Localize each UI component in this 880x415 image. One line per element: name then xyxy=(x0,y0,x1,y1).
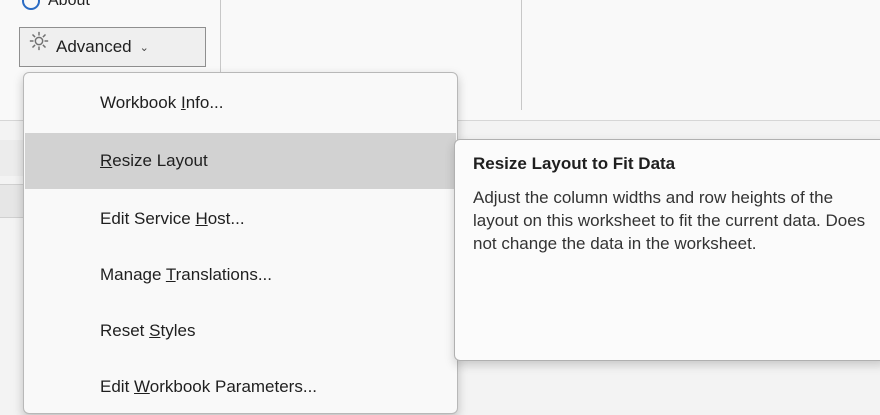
menu-item-resize-layout[interactable]: Resize Layout xyxy=(25,133,456,189)
menu-item-edit-service-host[interactable]: Edit Service Host... xyxy=(25,191,456,247)
menu-item-label: Edit Workbook Parameters... xyxy=(100,377,318,396)
advanced-button-label: Advanced xyxy=(56,37,132,56)
info-circle-icon xyxy=(22,0,40,10)
advanced-dropdown-menu: Workbook Info... Resize Layout Edit Serv… xyxy=(23,72,458,414)
menu-item-workbook-info[interactable]: Workbook Info... xyxy=(25,75,456,131)
left-panel-strip xyxy=(0,140,24,176)
gear-icon xyxy=(28,30,50,52)
tooltip-title: Resize Layout to Fit Data xyxy=(473,154,676,173)
menu-item-label: Edit Service Host... xyxy=(100,209,245,228)
menu-item-label: Workbook Info... xyxy=(100,93,224,112)
left-panel-strip xyxy=(0,184,24,218)
menu-item-edit-workbook-parameters[interactable]: Edit Workbook Parameters... xyxy=(25,359,456,415)
menu-item-manage-translations[interactable]: Manage Translations... xyxy=(25,247,456,303)
menu-item-label: Reset Styles xyxy=(100,321,196,340)
advanced-button[interactable]: Advanced ⌄ xyxy=(19,27,206,67)
about-button[interactable]: About xyxy=(22,0,90,14)
tooltip-body: Adjust the column widths and row heights… xyxy=(473,188,866,253)
chevron-down-icon: ⌄ xyxy=(139,41,149,54)
menu-item-reset-styles[interactable]: Reset Styles xyxy=(25,303,456,359)
ribbon-separator xyxy=(521,0,522,110)
menu-item-label: Manage Translations... xyxy=(100,265,273,284)
resize-layout-tooltip: Resize Layout to Fit Data Adjust the col… xyxy=(454,139,880,361)
about-label: About xyxy=(48,0,90,9)
menu-item-label: Resize Layout xyxy=(100,151,208,170)
